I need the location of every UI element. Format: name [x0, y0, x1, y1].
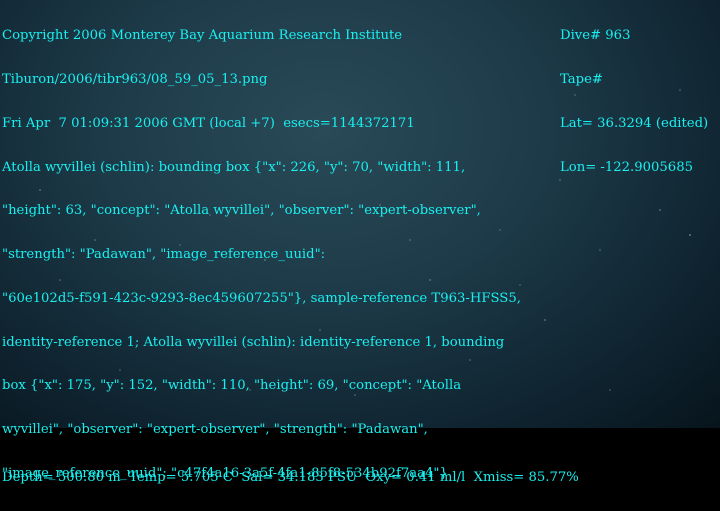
annotation-line: wyvillei", "observer": "expert-observer"…	[2, 422, 428, 438]
video-frame: Copyright 2006 Monterey Bay Aquarium Res…	[0, 0, 720, 486]
sensor-readout: Depth= 500.80 m Temp= 5.705 C Sal= 34.18…	[2, 470, 579, 485]
annotation-line: Atolla wyvillei (schlin): bounding box {…	[2, 159, 466, 175]
annotation-line: "strength": "Padawan", "image_reference_…	[2, 247, 326, 263]
annotation-line: box {"x": 175, "y": 152, "width": 110, "…	[2, 378, 462, 394]
metadata-overlay-left: Copyright 2006 Monterey Bay Aquarium Res…	[2, 0, 522, 511]
annotation-line: "height": 63, "concept": "Atolla wyville…	[2, 203, 481, 219]
latitude: Lat= 36.3294 (edited)	[560, 115, 709, 131]
annotation-line: "60e102d5-f591-423c-9293-8ec459607255"},…	[2, 290, 521, 306]
dive-number: Dive# 963	[560, 28, 631, 44]
file-path-line: Tiburon/2006/tibr963/08_59_05_13.png	[2, 71, 268, 87]
longitude: Lon= -122.9005685	[560, 159, 693, 175]
tape-number: Tape#	[560, 71, 603, 87]
annotation-line: identity-reference 1; Atolla wyvillei (s…	[2, 334, 505, 350]
metadata-overlay-right: Dive# 963 Tape# Lat= 36.3294 (edited) Lo…	[560, 0, 718, 204]
copyright-line: Copyright 2006 Monterey Bay Aquarium Res…	[2, 28, 403, 44]
timestamp-line: Fri Apr 7 01:09:31 2006 GMT (local +7) e…	[2, 115, 415, 131]
